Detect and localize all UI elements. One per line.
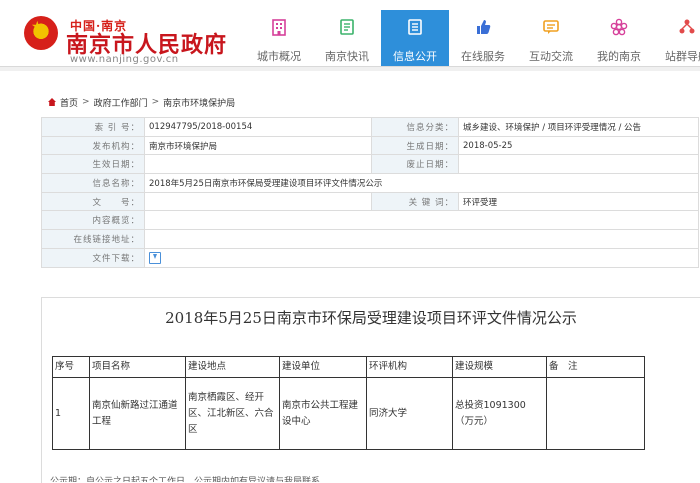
publisher-value: 南京市环境保护局	[144, 135, 372, 156]
effective-date-label: 生效日期：	[41, 154, 145, 175]
nav-label: 站群导航	[665, 50, 700, 63]
overview-label: 内容概览：	[41, 210, 145, 231]
emblem-star-icon: ★	[31, 19, 44, 35]
eia-agency: 同济大学	[366, 377, 453, 450]
nav-item-my-nanjing[interactable]: 我的南京	[585, 10, 653, 66]
keywords-value: 环评受理	[458, 191, 699, 212]
project-table: 序号 项目名称 建设地点 建设单位 环评机构 建设规模 备 注 1 南京仙新路过…	[52, 356, 645, 450]
info-name-value: 2018年5月25日南京市环保局受理建设项目环评文件情况公示	[144, 173, 699, 193]
nav-label: 信息公开	[393, 50, 437, 63]
index-label: 索 引 号：	[41, 117, 145, 137]
article-title: 2018年5月25日南京市环保局受理建设项目环评文件情况公示	[165, 309, 577, 327]
home-icon	[48, 98, 56, 106]
breadcrumb-separator: >	[151, 97, 160, 107]
nav-item-city-overview[interactable]: 城市概况	[245, 10, 313, 66]
chat-icon	[543, 20, 559, 34]
table-header-row: 序号 项目名称 建设地点 建设单位 环评机构 建设规模 备 注	[52, 356, 645, 378]
header-cell: 项目名称	[89, 356, 186, 378]
flower-icon	[610, 18, 628, 36]
nav-item-site-nav[interactable]: 站群导航	[653, 10, 700, 66]
thumbs-up-icon	[477, 20, 491, 34]
project-location: 南京栖霞区、经开区、江北新区、六合区	[185, 377, 280, 450]
site-header: ★ 中国·南京 南京市人民政府 www.nanjing.gov.cn 城市概况 …	[0, 0, 700, 66]
main-nav: 城市概况 南京快讯 信息公开 在线服务 互动交流 我的南京 站群导航	[245, 10, 700, 66]
nav-label: 南京快讯	[325, 50, 369, 63]
breadcrumb-level2[interactable]: 南京市环境保护局	[163, 96, 235, 109]
site-logo[interactable]: ★ 中国·南京 南京市人民政府 www.nanjing.gov.cn	[18, 10, 248, 65]
breadcrumb: 首页 > 政府工作部门 > 南京市环境保护局	[48, 96, 235, 109]
sitemap-icon	[679, 19, 695, 34]
online-link-label: 在线链接地址：	[41, 229, 145, 249]
info-name-label: 信息名称：	[41, 173, 145, 193]
construction-unit: 南京市公共工程建设中心	[279, 377, 367, 450]
nav-item-info-disclosure[interactable]: 信息公开	[381, 10, 449, 66]
download-cell	[144, 247, 699, 268]
download-label: 文件下载：	[41, 247, 145, 268]
online-link-value	[144, 229, 699, 249]
header-cell: 序号	[52, 356, 90, 378]
breadcrumb-home[interactable]: 首页	[60, 96, 78, 109]
header-divider	[0, 66, 700, 71]
table-row: 1 南京仙新路过江通道工程 南京栖霞区、经开区、江北新区、六合区 南京市公共工程…	[52, 377, 645, 450]
project-scale: 总投资1091300（万元）	[452, 377, 547, 450]
article-body: 2018年5月25日南京市环保局受理建设项目环评文件情况公示 序号 项目名称 建…	[41, 297, 700, 483]
publisher-label: 发布机构：	[41, 135, 145, 156]
document-icon	[408, 19, 422, 35]
effective-date-value	[144, 154, 372, 175]
breadcrumb-separator: >	[82, 97, 90, 107]
nav-label: 我的南京	[597, 50, 641, 63]
header-cell: 建设地点	[185, 356, 280, 378]
keywords-label: 关 键 词：	[371, 191, 459, 212]
abolish-date-label: 废止日期：	[371, 154, 459, 175]
remarks	[546, 377, 645, 450]
nav-label: 互动交流	[529, 50, 573, 63]
nav-item-nanjing-news[interactable]: 南京快讯	[313, 10, 381, 66]
doc-number-value	[144, 191, 372, 212]
project-name: 南京仙新路过江通道工程	[89, 377, 186, 450]
index-value: 012947795/2018-00154	[144, 117, 372, 137]
breadcrumb-level1[interactable]: 政府工作部门	[94, 96, 148, 109]
nav-item-interaction[interactable]: 互动交流	[517, 10, 585, 66]
building-icon	[272, 19, 286, 36]
header-cell: 建设单位	[279, 356, 367, 378]
nav-item-online-service[interactable]: 在线服务	[449, 10, 517, 66]
doc-number-label: 文 号：	[41, 191, 145, 212]
gen-date-value: 2018-05-25	[458, 135, 699, 156]
metadata-table: 索 引 号： 012947795/2018-00154 信息分类： 城乡建设、环…	[41, 117, 699, 268]
abolish-date-value	[458, 154, 699, 175]
logo-url: www.nanjing.gov.cn	[70, 54, 179, 65]
footer-text-fragment: 公示期：自公示之日起五个工作日，公示期内如有异议请与我局联系	[50, 477, 321, 482]
download-icon[interactable]	[149, 251, 161, 264]
news-icon	[340, 19, 354, 35]
nav-label: 在线服务	[461, 50, 505, 63]
header-cell: 备 注	[546, 356, 645, 378]
row-number: 1	[52, 377, 90, 450]
gen-date-label: 生成日期：	[371, 135, 459, 156]
category-value: 城乡建设、环境保护 / 项目环评受理情况 / 公告	[458, 117, 699, 137]
header-cell: 建设规模	[452, 356, 547, 378]
overview-value	[144, 210, 699, 231]
nav-label: 城市概况	[257, 50, 301, 63]
header-cell: 环评机构	[366, 356, 453, 378]
category-label: 信息分类：	[371, 117, 459, 137]
